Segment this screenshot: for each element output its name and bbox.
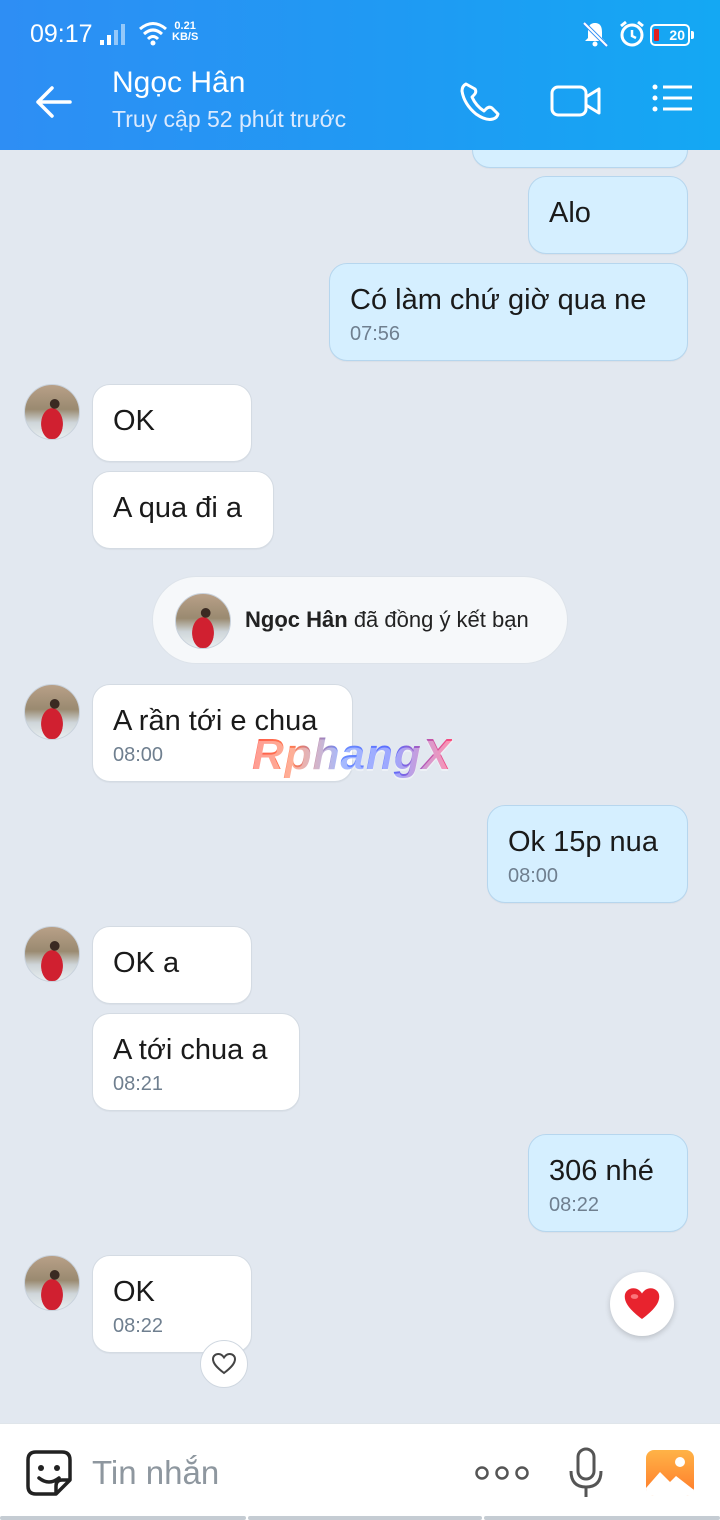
contact-avatar[interactable] [24, 684, 80, 740]
contact-avatar [175, 593, 231, 649]
message-text: Có làm chứ giờ qua ne [350, 284, 647, 316]
alarm-icon [618, 20, 646, 53]
message-time: 08:21 [113, 1073, 164, 1095]
chat-header: 09:17 0.21 KB/S 20 Ngọc Hân Truy cập 52 … [0, 0, 720, 150]
more-options-button[interactable] [474, 1458, 530, 1488]
back-button[interactable] [30, 80, 80, 124]
more-dots-icon [475, 1466, 529, 1480]
video-camera-icon [550, 85, 601, 117]
message-bubble-outgoing[interactable]: 306 nhé 08:22 [528, 1134, 688, 1232]
notice-text: Ngọc Hân đã đồng ý kết bạn [245, 607, 529, 633]
network-speed-unit: KB/S [172, 31, 199, 43]
smiley-sticker-icon [26, 1450, 72, 1496]
sticker-button[interactable] [24, 1448, 74, 1498]
status-bar: 09:17 0.21 KB/S 20 [0, 0, 720, 60]
message-input[interactable] [92, 1444, 452, 1502]
message-bubble-partial[interactable] [472, 150, 688, 168]
message-time: 07:56 [350, 323, 401, 345]
message-text: Ok 15p nua [508, 826, 658, 858]
message-list[interactable]: Alo Có làm chứ giờ qua ne 07:56 OK A qua… [0, 150, 720, 1423]
voice-call-button[interactable] [456, 78, 506, 124]
microphone-icon [569, 1447, 603, 1497]
message-composer [0, 1423, 720, 1520]
back-arrow-icon [36, 86, 72, 118]
phone-icon [460, 82, 500, 121]
signal-icon [100, 22, 130, 51]
react-button[interactable] [200, 1340, 248, 1388]
status-time: 09:17 [30, 20, 93, 48]
battery-indicator: 20 [650, 24, 694, 46]
message-text: OK [113, 1276, 155, 1308]
image-gallery-icon [646, 1450, 694, 1496]
quick-heart-button[interactable] [610, 1272, 674, 1336]
contact-last-seen: Truy cập 52 phút trước [112, 106, 347, 132]
mute-bell-icon [580, 20, 610, 53]
nav-indicator [484, 1516, 720, 1520]
watermark-logo: RphangX [252, 730, 453, 779]
message-bubble-outgoing[interactable]: Alo [528, 176, 688, 254]
notice-message: đã đồng ý kết bạn [353, 607, 529, 632]
message-time: 08:00 [508, 865, 559, 887]
message-bubble-incoming[interactable]: A tới chua a 08:21 [92, 1013, 300, 1111]
message-time: 08:22 [549, 1194, 600, 1216]
message-bubble-incoming[interactable]: OK a [92, 926, 252, 1004]
message-text: 306 nhé [549, 1155, 654, 1187]
message-text: A qua đi a [113, 492, 242, 524]
message-bubble-outgoing[interactable]: Có làm chứ giờ qua ne 07:56 [329, 263, 688, 361]
video-call-button[interactable] [548, 78, 604, 124]
notice-name: Ngọc Hân [245, 607, 348, 632]
message-bubble-incoming[interactable]: OK [92, 384, 252, 462]
photo-gallery-button[interactable] [644, 1448, 696, 1498]
wifi-icon [138, 20, 168, 51]
list-menu-icon [652, 84, 692, 112]
message-bubble-incoming[interactable]: A qua đi a [92, 471, 274, 549]
message-text: OK a [113, 947, 180, 979]
message-text: Alo [549, 197, 591, 229]
heart-icon [624, 1288, 660, 1319]
nav-indicator [0, 1516, 246, 1520]
friend-accepted-notice: Ngọc Hân đã đồng ý kết bạn [152, 576, 568, 664]
network-speed: 0.21 KB/S [172, 21, 198, 43]
contact-avatar[interactable] [24, 926, 80, 982]
message-time: 08:22 [113, 1315, 164, 1337]
chat-options-button[interactable] [648, 78, 698, 124]
contact-avatar[interactable] [24, 1255, 80, 1311]
voice-message-button[interactable] [566, 1446, 606, 1500]
nav-indicator [248, 1516, 482, 1520]
contact-name[interactable]: Ngọc Hân [112, 66, 245, 100]
heart-outline-icon [211, 1352, 237, 1375]
message-text: A tới chua a [113, 1034, 268, 1066]
message-bubble-incoming[interactable]: OK 08:22 [92, 1255, 252, 1353]
message-text: OK [113, 405, 155, 437]
message-bubble-outgoing[interactable]: Ok 15p nua 08:00 [487, 805, 688, 903]
contact-avatar[interactable] [24, 384, 80, 440]
